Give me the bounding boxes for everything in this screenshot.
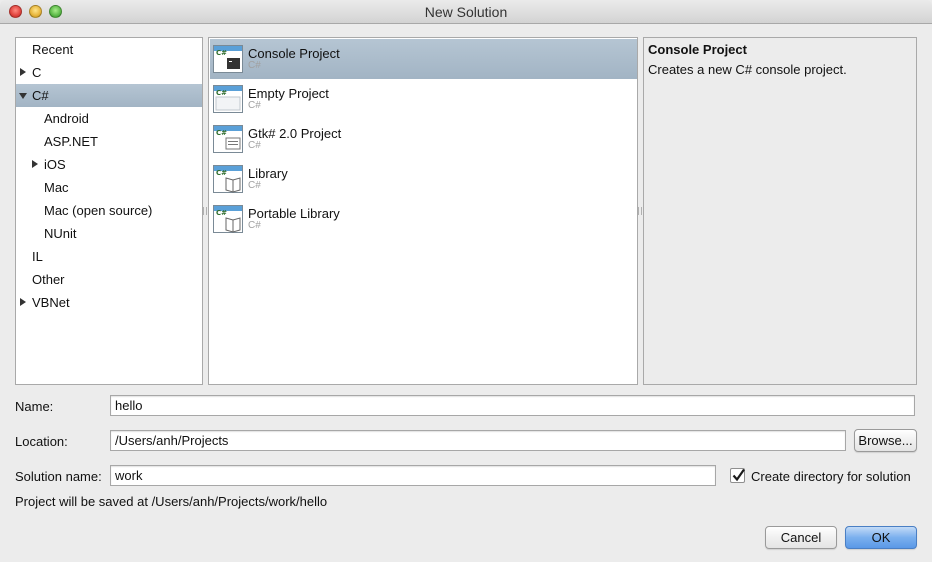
location-field[interactable] <box>110 430 846 451</box>
description-title: Console Project <box>648 42 747 57</box>
checkmark-icon <box>732 468 745 482</box>
category-label: Other <box>32 272 65 287</box>
svg-text:C#: C# <box>216 129 227 137</box>
name-label: Name: <box>15 399 54 414</box>
ok-button[interactable]: OK <box>845 526 917 549</box>
category-label: ASP.NET <box>44 134 98 149</box>
category-vbnet[interactable]: VBNet <box>16 291 202 314</box>
svg-text:C#: C# <box>216 49 227 57</box>
template-portable-library[interactable]: C# Portable Library C# <box>210 199 637 239</box>
category-ios[interactable]: iOS <box>16 153 202 176</box>
category-aspnet[interactable]: ASP.NET <box>16 130 202 153</box>
template-name: Console Project <box>248 46 340 61</box>
template-console-project[interactable]: C# Console Project C# <box>210 39 637 79</box>
template-language: C# <box>248 60 261 71</box>
solution-name-label: Solution name: <box>15 469 102 484</box>
category-mac-open-source[interactable]: Mac (open source) <box>16 199 202 222</box>
collapse-arrow-icon[interactable] <box>19 93 27 99</box>
category-label: Recent <box>32 42 74 57</box>
description-text: Creates a new C# console project. <box>648 62 847 77</box>
category-mac[interactable]: Mac <box>16 176 202 199</box>
title-bar: New Solution <box>0 0 932 24</box>
library-project-icon: C# <box>213 165 243 193</box>
template-name: Library <box>248 166 288 181</box>
category-label: Mac <box>44 180 69 195</box>
template-gtk-project[interactable]: C# Gtk# 2.0 Project C# <box>210 119 637 159</box>
template-language: C# <box>248 140 261 151</box>
template-library[interactable]: C# Library C# <box>210 159 637 199</box>
gtk-project-icon: C# <box>213 125 243 153</box>
category-label: C <box>32 65 42 80</box>
location-label: Location: <box>15 434 68 449</box>
expand-arrow-icon[interactable] <box>20 298 26 306</box>
empty-project-icon: C# <box>213 85 243 113</box>
cancel-button[interactable]: Cancel <box>765 526 837 549</box>
category-nunit[interactable]: NUnit <box>16 222 202 245</box>
template-empty-project[interactable]: C# Empty Project C# <box>210 79 637 119</box>
category-recent[interactable]: Recent <box>16 38 202 61</box>
category-csharp[interactable]: C# <box>16 84 202 107</box>
solution-name-field[interactable] <box>110 465 716 486</box>
template-language: C# <box>248 180 261 191</box>
category-label: Mac (open source) <box>44 203 153 218</box>
category-label: VBNet <box>32 295 70 310</box>
category-other[interactable]: Other <box>16 268 202 291</box>
category-il[interactable]: IL <box>16 245 202 268</box>
category-label: iOS <box>44 157 66 172</box>
portable-library-icon: C# <box>213 205 243 233</box>
right-splitter-handle[interactable] <box>638 207 642 215</box>
category-label: Android <box>44 111 89 126</box>
template-name: Gtk# 2.0 Project <box>248 126 342 141</box>
browse-button[interactable]: Browse... <box>854 429 917 452</box>
category-tree[interactable]: Recent C C# Android ASP.NET iOS Mac Mac … <box>15 37 203 385</box>
template-language: C# <box>248 220 261 231</box>
category-c[interactable]: C <box>16 61 202 84</box>
save-location-info: Project will be saved at /Users/anh/Proj… <box>15 494 328 509</box>
window-title: New Solution <box>424 4 508 20</box>
svg-text:C#: C# <box>216 209 227 217</box>
create-directory-label[interactable]: Create directory for solution <box>751 469 911 484</box>
description-panel: Console Project Creates a new C# console… <box>643 37 917 385</box>
left-splitter-handle[interactable] <box>203 207 207 215</box>
category-label: IL <box>32 249 43 264</box>
expand-arrow-icon[interactable] <box>20 68 26 76</box>
console-project-icon: C# <box>213 45 243 73</box>
svg-text:C#: C# <box>216 89 227 97</box>
category-label: C# <box>32 88 49 103</box>
create-directory-checkbox[interactable] <box>730 468 745 483</box>
template-list[interactable]: C# Console Project C# C# Empty Project C… <box>208 37 638 385</box>
category-label: NUnit <box>44 226 77 241</box>
category-android[interactable]: Android <box>16 107 202 130</box>
template-name: Empty Project <box>248 86 329 101</box>
expand-arrow-icon[interactable] <box>32 160 38 168</box>
name-field[interactable] <box>110 395 915 416</box>
template-name: Portable Library <box>248 206 340 221</box>
template-language: C# <box>248 100 261 111</box>
svg-text:C#: C# <box>216 169 227 177</box>
